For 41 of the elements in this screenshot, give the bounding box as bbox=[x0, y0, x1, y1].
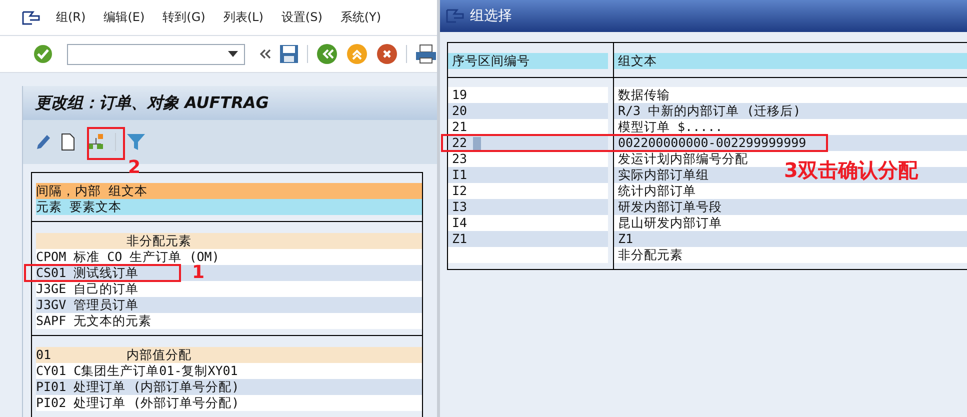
menu-item[interactable]: 编辑(E) bbox=[104, 9, 145, 26]
annotation-box bbox=[87, 127, 125, 160]
document-icon[interactable] bbox=[61, 133, 75, 151]
dropdown-icon[interactable] bbox=[228, 51, 238, 57]
table-cell[interactable]: Z1 bbox=[452, 231, 468, 246]
table-cell[interactable]: I3 bbox=[452, 199, 468, 214]
table-cell[interactable]: 非分配元素 bbox=[618, 247, 683, 262]
section-header: 非分配元素 bbox=[36, 233, 422, 249]
table-cell[interactable]: 数据传输 bbox=[618, 87, 670, 102]
table-cell[interactable]: 21 bbox=[452, 119, 468, 134]
menu-item[interactable]: 组(R) bbox=[56, 9, 86, 26]
back-icon[interactable] bbox=[316, 43, 338, 65]
table-cell[interactable]: I2 bbox=[452, 183, 468, 198]
table-cell[interactable]: 23 bbox=[452, 151, 468, 166]
table-cell[interactable]: 20 bbox=[452, 103, 468, 118]
menu-item[interactable]: 列表(L) bbox=[223, 9, 264, 26]
filter-icon[interactable] bbox=[126, 132, 146, 152]
cancel-icon[interactable] bbox=[376, 43, 398, 65]
annotation-text: 3双击确认分配 bbox=[784, 157, 918, 183]
double-chevron-icon[interactable] bbox=[259, 49, 271, 59]
menu-item[interactable]: 设置(S) bbox=[281, 9, 322, 26]
check-icon[interactable] bbox=[33, 44, 53, 64]
menu-item[interactable]: 转到(G) bbox=[162, 9, 206, 26]
print-icon[interactable] bbox=[415, 44, 437, 64]
table-cell[interactable]: 19 bbox=[452, 87, 468, 102]
dialog-title: 组选择 bbox=[470, 7, 512, 25]
section-header: 01 内部值分配 bbox=[36, 347, 422, 363]
table-cell[interactable]: I4 bbox=[452, 215, 468, 230]
table-cell[interactable]: I1 bbox=[452, 167, 468, 182]
annotation-number: 1 bbox=[192, 263, 205, 283]
screen-title: 更改组：订单、对象 AUFTRAG bbox=[35, 92, 269, 114]
column-header: 组文本 bbox=[614, 53, 967, 69]
menu-icon[interactable] bbox=[22, 10, 40, 24]
menu-item[interactable]: 系统(Y) bbox=[340, 9, 382, 26]
save-icon[interactable] bbox=[279, 44, 299, 64]
table-cell[interactable]: Z1 bbox=[618, 231, 634, 246]
table-cell[interactable]: 22 bbox=[452, 135, 482, 150]
command-field[interactable] bbox=[67, 44, 245, 64]
empty-cell[interactable] bbox=[448, 247, 608, 263]
column-header: 序号区间编号 bbox=[448, 53, 608, 69]
pencil-icon[interactable] bbox=[35, 133, 51, 151]
